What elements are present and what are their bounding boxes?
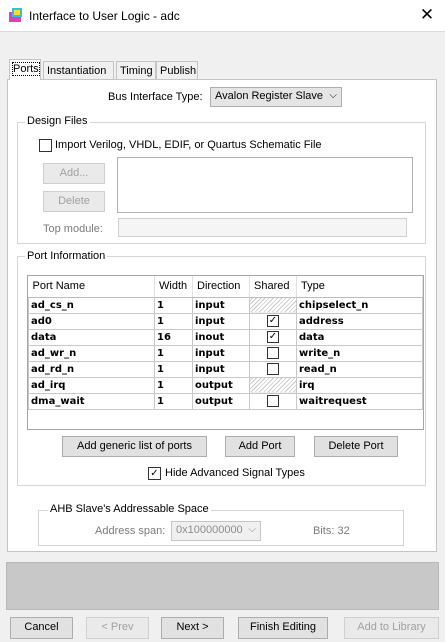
table-row[interactable]: data 16 inout ✓ data <box>28 328 423 346</box>
tab-label: Timing <box>120 65 153 77</box>
address-span-value: 0x100000000 <box>176 524 243 536</box>
port-shared-cell <box>249 360 297 378</box>
tab-label: Ports <box>12 62 40 76</box>
address-span-label: Address span: <box>95 525 166 537</box>
port-type-cell[interactable]: data <box>296 328 423 346</box>
port-width-cell[interactable]: 1 <box>154 312 193 330</box>
port-direction-cell[interactable]: output <box>192 376 250 394</box>
title-bar: Interface to User Logic - adc ✕ <box>0 0 445 32</box>
port-name-cell[interactable]: ad0 <box>28 312 155 330</box>
port-type-cell[interactable]: chipselect_n <box>296 296 423 314</box>
delete-file-button[interactable]: Delete <box>43 191 105 212</box>
port-name-cell[interactable]: ad_cs_n <box>28 296 155 314</box>
port-shared-cell: ✓ <box>249 328 297 346</box>
bus-interface-value: Avalon Register Slave <box>215 90 324 102</box>
design-files-title: Design Files <box>25 115 90 127</box>
port-shared-cell-disabled <box>249 296 297 314</box>
add-port-button[interactable]: Add Port <box>225 436 295 457</box>
shared-checkbox[interactable] <box>267 347 279 359</box>
table-row[interactable]: ad_cs_n 1 input chipselect_n <box>28 296 423 314</box>
port-width-cell[interactable]: 16 <box>154 328 193 346</box>
port-name-cell[interactable]: data <box>28 328 155 346</box>
table-row[interactable]: ad0 1 input ✓ address <box>28 312 423 330</box>
close-icon[interactable]: ✕ <box>416 4 438 26</box>
port-shared-cell-disabled <box>249 376 297 394</box>
column-header-direction[interactable]: Direction <box>192 276 250 298</box>
port-type-cell[interactable]: write_n <box>296 344 423 362</box>
table-row[interactable]: dma_wait 1 output waitrequest <box>28 392 423 410</box>
port-width-cell[interactable]: 1 <box>154 360 193 378</box>
hide-advanced-label: Hide Advanced Signal Types <box>165 467 305 479</box>
ports-table[interactable]: Port Name Width Direction Shared Type ad… <box>27 275 424 430</box>
message-area <box>6 562 439 610</box>
port-direction-cell[interactable]: input <box>192 296 250 314</box>
tab-instantiation[interactable]: Instantiation <box>43 61 114 79</box>
port-name-cell[interactable]: ad_rd_n <box>28 360 155 378</box>
port-width-cell[interactable]: 1 <box>154 344 193 362</box>
port-width-cell[interactable]: 1 <box>154 296 193 314</box>
port-type-cell[interactable]: irq <box>296 376 423 394</box>
tab-label: Instantiation <box>47 65 107 77</box>
prev-button[interactable]: < Prev <box>86 617 149 639</box>
design-files-list[interactable] <box>117 157 413 213</box>
table-row[interactable]: ad_wr_n 1 input write_n <box>28 344 423 362</box>
next-button[interactable]: Next > <box>161 617 224 639</box>
port-shared-cell <box>249 392 297 410</box>
port-name-cell[interactable]: ad_irq <box>28 376 155 394</box>
import-file-label: Import Verilog, VHDL, EDIF, or Quartus S… <box>55 139 322 151</box>
bus-interface-select[interactable]: Avalon Register Slave ⌵ <box>210 87 342 107</box>
column-header-type[interactable]: Type <box>296 276 423 298</box>
add-file-button[interactable]: Add... <box>43 163 105 184</box>
cancel-button[interactable]: Cancel <box>10 617 73 639</box>
hide-advanced-checkbox[interactable]: ✓ <box>148 467 161 480</box>
bits-label: Bits: 32 <box>313 525 350 537</box>
chevron-down-icon: ⌵ <box>248 524 256 535</box>
port-name-cell[interactable]: dma_wait <box>28 392 155 410</box>
table-row[interactable]: ad_irq 1 output irq <box>28 376 423 394</box>
port-direction-cell[interactable]: input <box>192 360 250 378</box>
column-header-shared[interactable]: Shared <box>249 276 297 298</box>
bus-interface-label: Bus Interface Type: <box>108 91 203 103</box>
tab-publish[interactable]: Publish <box>156 61 198 79</box>
top-module-label: Top module: <box>43 223 103 235</box>
port-type-cell[interactable]: read_n <box>296 360 423 378</box>
window-title: Interface to User Logic - adc <box>29 9 180 23</box>
shared-checkbox[interactable]: ✓ <box>267 331 279 343</box>
finish-editing-button[interactable]: Finish Editing <box>238 617 328 639</box>
tab-label: Publish <box>160 65 197 77</box>
import-file-checkbox[interactable] <box>39 139 52 152</box>
app-icon <box>9 8 22 22</box>
port-direction-cell[interactable]: input <box>192 312 250 330</box>
port-type-cell[interactable]: waitrequest <box>296 392 423 410</box>
add-generic-ports-button[interactable]: Add generic list of ports <box>62 436 207 457</box>
address-span-select[interactable]: 0x100000000 ⌵ <box>171 521 261 541</box>
column-header-port-name[interactable]: Port Name <box>28 276 155 298</box>
table-row[interactable]: ad_rd_n 1 input read_n <box>28 360 423 378</box>
port-shared-cell: ✓ <box>249 312 297 330</box>
port-width-cell[interactable]: 1 <box>154 376 193 394</box>
chevron-down-icon: ⌵ <box>329 90 337 101</box>
port-type-cell[interactable]: address <box>296 312 423 330</box>
add-to-library-button[interactable]: Add to Library <box>344 617 439 639</box>
port-direction-cell[interactable]: input <box>192 344 250 362</box>
column-header-width[interactable]: Width <box>154 276 193 298</box>
port-information-title: Port Information <box>25 250 108 262</box>
port-width-cell[interactable]: 1 <box>154 392 193 410</box>
shared-checkbox[interactable] <box>267 395 279 407</box>
port-direction-cell[interactable]: output <box>192 392 250 410</box>
ahb-group-title: AHB Slave's Addressable Space <box>48 503 211 515</box>
tab-timing[interactable]: Timing <box>116 61 156 79</box>
shared-checkbox[interactable]: ✓ <box>267 315 279 327</box>
top-module-input[interactable] <box>118 218 407 237</box>
port-name-cell[interactable]: ad_wr_n <box>28 344 155 362</box>
port-direction-cell[interactable]: inout <box>192 328 250 346</box>
shared-checkbox[interactable] <box>267 363 279 375</box>
delete-port-button[interactable]: Delete Port <box>314 436 398 457</box>
tab-ports[interactable]: Ports <box>9 59 41 80</box>
port-shared-cell <box>249 344 297 362</box>
table-header-row: Port Name Width Direction Shared Type <box>28 276 423 298</box>
